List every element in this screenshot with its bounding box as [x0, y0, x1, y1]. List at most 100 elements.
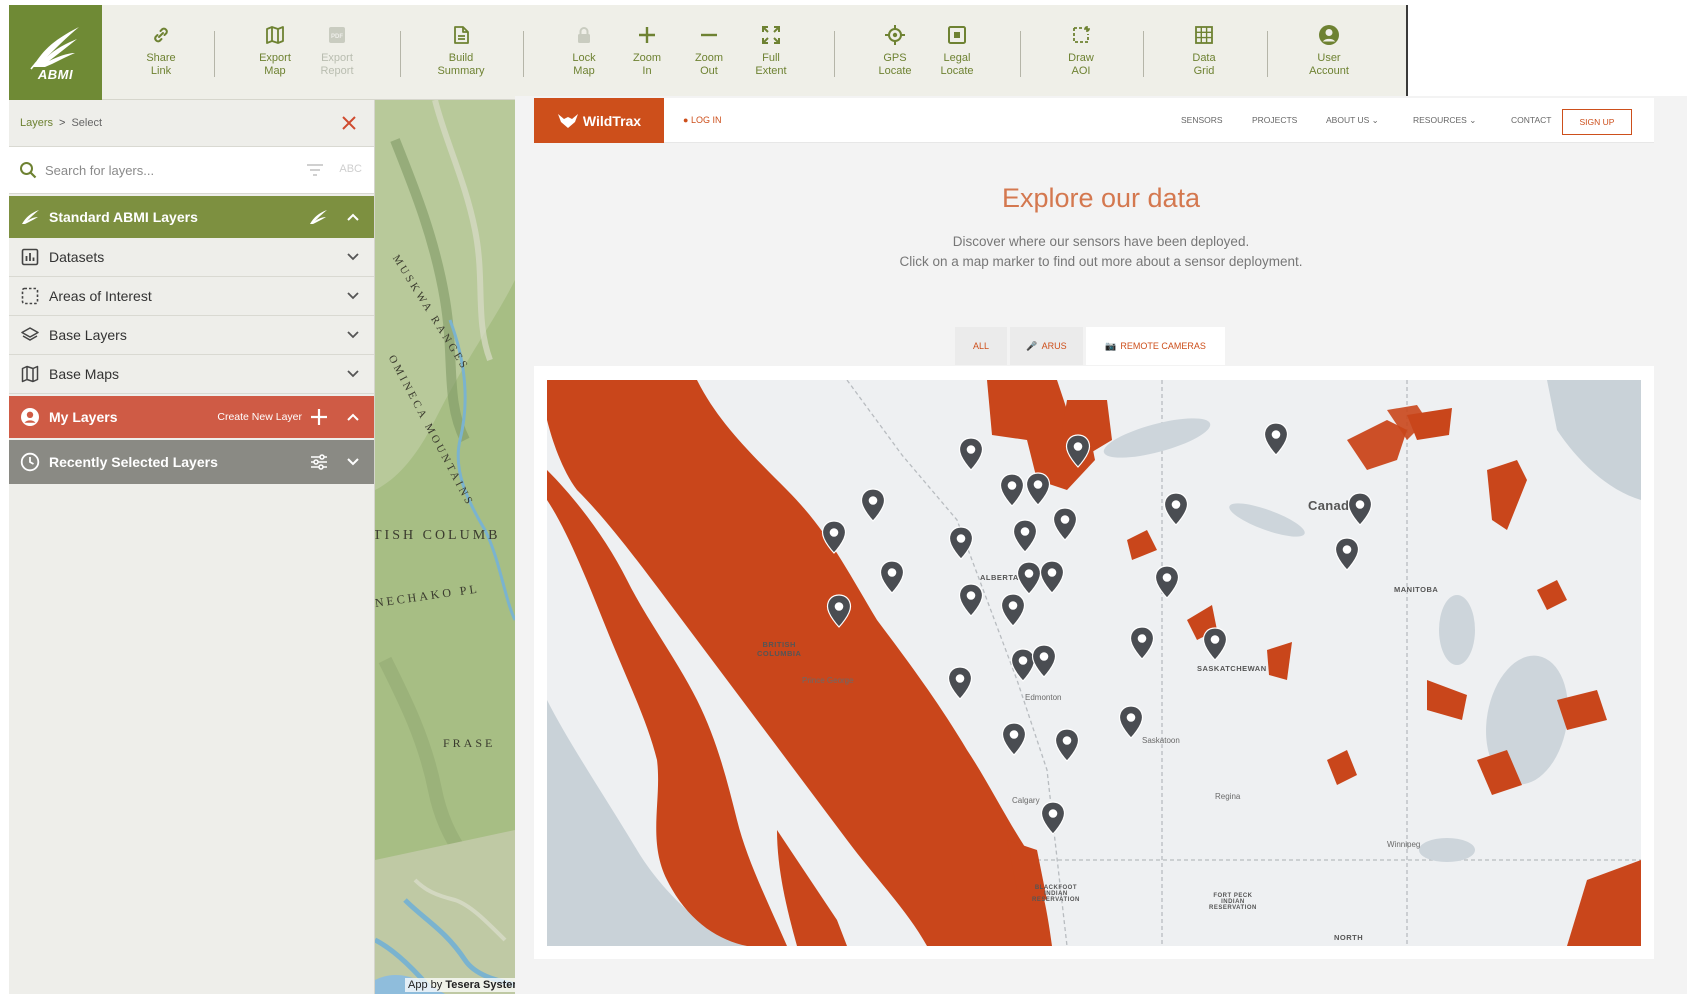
map-marker[interactable] [1334, 537, 1360, 571]
map-marker[interactable] [1263, 422, 1289, 456]
map-pin-icon [1163, 492, 1189, 526]
draw-aoi-button[interactable]: Draw AOI [1046, 23, 1116, 77]
recent-settings-button[interactable] [310, 454, 328, 470]
tab-remote-cameras[interactable]: 📷 REMOTE CAMERAS [1086, 327, 1225, 365]
toolbar-divider [214, 31, 215, 77]
base-maps-label: Base Maps [49, 366, 120, 382]
gps-locate-button[interactable]: GPS Locate [860, 23, 930, 77]
map-marker[interactable] [1347, 492, 1373, 526]
bar-chart-icon [20, 247, 40, 267]
draw-polygon-icon [1069, 23, 1093, 47]
map-marker[interactable] [879, 560, 905, 594]
nav-contact[interactable]: CONTACT [1511, 115, 1551, 125]
map-marker[interactable] [821, 520, 847, 554]
datasets-row[interactable]: Datasets [9, 238, 374, 277]
recently-selected-layers-header[interactable]: Recently Selected Layers [9, 440, 374, 484]
tab-all[interactable]: ALL [955, 327, 1007, 365]
map-marker[interactable] [1000, 593, 1026, 627]
layer-search-input[interactable] [45, 162, 285, 178]
wildtrax-logo[interactable]: WildTrax [534, 98, 664, 143]
tab-arus[interactable]: 🎤 ARUS [1010, 327, 1083, 365]
map-pin-icon [1054, 728, 1080, 762]
toolbar-divider [1267, 31, 1268, 77]
nav-about-us[interactable]: ABOUT US ⌄ [1326, 115, 1379, 126]
map-marker[interactable] [1154, 565, 1180, 599]
create-new-layer-label: Create New Layer [217, 411, 302, 423]
user-circle-icon [1317, 23, 1341, 47]
sensor-map[interactable]: Canada ALBERTA BRITISH COLUMBIA SASKATCH… [547, 380, 1641, 946]
map-marker[interactable] [1025, 472, 1051, 506]
search-icon [20, 162, 37, 179]
chevron-up-icon [347, 213, 359, 221]
areas-of-interest-label: Areas of Interest [49, 288, 152, 304]
recently-selected-layers-label: Recently Selected Layers [49, 454, 218, 470]
data-grid-button[interactable]: Data Grid [1169, 23, 1239, 77]
areas-of-interest-row[interactable]: Areas of Interest [9, 277, 374, 316]
nav-sensors[interactable]: SENSORS [1181, 115, 1223, 125]
share-link-button[interactable]: Share Link [126, 23, 196, 77]
user-circle-icon [20, 407, 40, 427]
map-marker[interactable] [1129, 626, 1155, 660]
map-marker[interactable] [1202, 627, 1228, 661]
nav-projects[interactable]: PROJECTS [1252, 115, 1297, 125]
breadcrumb-current: Select [71, 117, 103, 129]
standard-abmi-layers-header[interactable]: Standard ABMI Layers [9, 196, 374, 238]
lock-map-button[interactable]: Lock Map [549, 23, 619, 77]
map-marker[interactable] [958, 437, 984, 471]
document-icon [449, 23, 473, 47]
map-marker[interactable] [1118, 705, 1144, 739]
close-icon [342, 116, 356, 130]
base-maps-row[interactable]: Base Maps [9, 355, 374, 394]
filter-icon[interactable] [306, 162, 324, 178]
grid-icon [1192, 23, 1216, 47]
signup-button[interactable]: SIGN UP [1562, 109, 1632, 135]
datasets-label: Datasets [49, 249, 105, 265]
plus-icon [635, 23, 659, 47]
map-marker[interactable] [1039, 560, 1065, 594]
zoom-out-button[interactable]: Zoom Out [674, 23, 744, 77]
base-map-strip[interactable]: TISH COLUMB NECHAKO PL FRASE MUSKWA RANG… [375, 100, 515, 994]
breadcrumb-layers-link[interactable]: Layers [20, 117, 53, 129]
map-marker[interactable] [1040, 801, 1066, 835]
user-account-button[interactable]: User Account [1294, 23, 1364, 77]
breadcrumb-separator: > [59, 117, 66, 129]
map-marker[interactable] [1001, 722, 1027, 756]
map-marker[interactable] [1054, 728, 1080, 762]
layers-panel: Layers > Select ABC Standard ABMI Layers… [9, 100, 375, 994]
toolbar-divider [834, 31, 835, 77]
nav-resources-label: RESOURCES [1413, 115, 1467, 125]
map-marker[interactable] [1065, 434, 1091, 468]
map-marker[interactable] [999, 473, 1025, 507]
map-pin-icon [999, 473, 1025, 507]
map-marker[interactable] [826, 594, 852, 628]
map-marker[interactable] [1012, 519, 1038, 553]
base-layers-row[interactable]: Base Layers [9, 316, 374, 355]
map-marker[interactable] [1163, 492, 1189, 526]
sliders-icon [311, 454, 327, 470]
create-new-layer-button[interactable]: Create New Layer [217, 408, 328, 426]
export-map-button[interactable]: Export Map [240, 23, 310, 77]
standard-abmi-layers-label: Standard ABMI Layers [49, 209, 198, 225]
zoom-in-button[interactable]: Zoom In [612, 23, 682, 77]
login-link[interactable]: ● LOG IN [683, 115, 721, 125]
map-marker[interactable] [958, 583, 984, 617]
map-pin-icon [860, 488, 886, 522]
nav-resources[interactable]: RESOURCES ⌄ [1413, 115, 1476, 126]
build-summary-button[interactable]: Build Summary [426, 23, 496, 77]
microphone-icon: 🎤 [1026, 340, 1038, 351]
app-credit: App by Tesera Systems [405, 978, 532, 992]
abmi-logo[interactable]: ABMI [9, 5, 102, 100]
map-marker[interactable] [860, 488, 886, 522]
map-pin-icon [1129, 626, 1155, 660]
full-extent-button[interactable]: Full Extent [736, 23, 806, 77]
map-marker[interactable] [947, 666, 973, 700]
map-label-north: NORTH [1334, 933, 1364, 942]
search-mode-toggle[interactable]: ABC [339, 163, 362, 175]
map-marker[interactable] [1031, 644, 1057, 678]
map-marker[interactable] [1052, 507, 1078, 541]
my-layers-header[interactable]: My Layers Create New Layer [9, 396, 374, 438]
legal-locate-button[interactable]: Legal Locate [922, 23, 992, 77]
close-panel-button[interactable] [338, 112, 360, 134]
map-marker[interactable] [948, 526, 974, 560]
plus-icon [311, 409, 327, 425]
